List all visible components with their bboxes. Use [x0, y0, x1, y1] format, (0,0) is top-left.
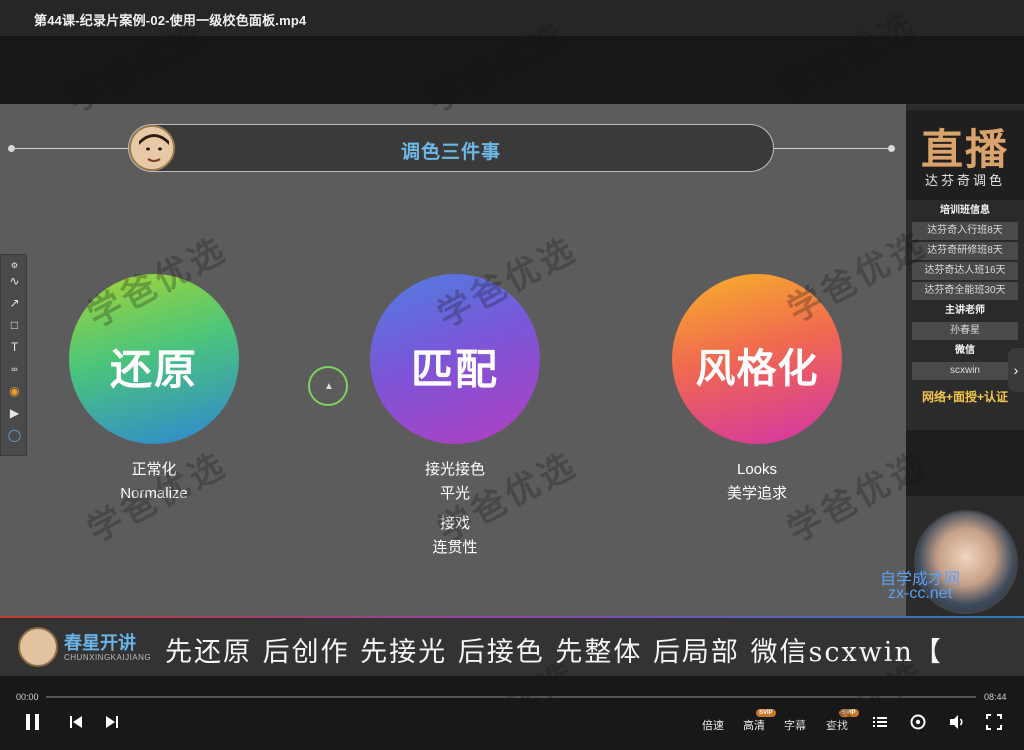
circle-match: 匹配 — [370, 274, 540, 444]
course-item: 达芬奇达人班16天 — [912, 262, 1018, 280]
training-header: 培训班信息 — [912, 202, 1018, 220]
divider-dot-right — [888, 145, 895, 152]
settings-icon[interactable]: ⚙ — [6, 257, 23, 274]
live-banner: 直播 达芬奇调色 — [906, 110, 1024, 200]
circle-stylize-label: 风格化 — [695, 347, 819, 391]
divider-dot-left — [8, 145, 15, 152]
pause-icon — [26, 714, 39, 730]
news-ticker: 春星开讲 CHUNXINGKAIJIANG 先还原 后创作 先接光 后接色 先整… — [0, 618, 1024, 676]
ticker-brand: 春星开讲 — [64, 633, 136, 653]
color-wheel-icon[interactable]: ◉ — [6, 383, 23, 400]
lasso-icon[interactable]: ∿ — [6, 273, 23, 290]
restore-caption: 正常化 Normalize — [69, 458, 239, 506]
ticker-message: 先还原 后创作 先接光 后接色 先整体 后局部 微信scxwin【 — [165, 637, 943, 668]
course-item: 达芬奇入行班8天 — [912, 222, 1018, 240]
list-icon — [873, 717, 887, 727]
divider-left — [10, 148, 130, 149]
course-item: 达芬奇全能班30天 — [912, 282, 1018, 300]
presenter-avatar — [129, 125, 175, 171]
circle-restore-label: 还原 — [109, 346, 198, 393]
title-pill: 调色三件事 — [128, 124, 774, 172]
progress-bar[interactable] — [46, 696, 976, 698]
ticker-brand-en: CHUNXINGKAIJIANG — [64, 653, 152, 662]
stylize-caption-line1: Looks — [736, 461, 778, 478]
match-extra-line2: 连贯性 — [432, 539, 478, 556]
letterbox-band — [0, 36, 1024, 104]
restore-caption-line2: Normalize — [120, 485, 188, 502]
wechat-header: 微信 — [912, 342, 1018, 360]
wechat-id: scxwin — [912, 362, 1018, 380]
skip-back-icon — [70, 716, 82, 728]
divider-right — [774, 148, 894, 149]
course-item: 达芬奇研修班8天 — [912, 242, 1018, 260]
link-icon[interactable]: ∞ — [6, 361, 23, 378]
play-icon[interactable]: ▶ — [6, 405, 23, 422]
match-caption-extra: 接戏 连贯性 — [370, 512, 540, 560]
speed-button[interactable]: 倍速 — [702, 717, 724, 733]
panel-lower-block — [906, 430, 1024, 496]
settings-button[interactable] — [909, 712, 927, 737]
next-button[interactable] — [104, 712, 120, 737]
match-caption-line1: 接光接色 — [424, 461, 485, 478]
skip-forward-icon — [106, 716, 118, 728]
playlist-button[interactable] — [872, 712, 888, 737]
stylize-caption: Looks 美学追求 — [672, 458, 842, 506]
teacher-header: 主讲老师 — [912, 302, 1018, 320]
stylize-caption-line2: 美学追求 — [726, 485, 787, 502]
teacher-name: 孙春星 — [912, 322, 1018, 340]
slide-title: 调色三件事 — [400, 142, 501, 163]
current-time: 00:00 — [16, 692, 39, 702]
circle-restore: 还原 — [69, 274, 239, 444]
title-bar: 第44课-纪录片案例-02-使用一级校色面板.mp4 — [0, 0, 1024, 36]
brand-avatar — [18, 627, 58, 667]
player-controls — [0, 676, 1024, 750]
pause-button[interactable] — [24, 712, 42, 737]
chevron-right-icon[interactable]: › — [1008, 348, 1024, 392]
text-icon[interactable]: T — [6, 339, 23, 356]
svip-badge-quality: SVIP — [756, 709, 776, 717]
match-caption-line2: 平光 — [439, 485, 470, 502]
previous-button[interactable] — [68, 712, 84, 737]
svip-badge-search: SVIP — [839, 709, 859, 717]
match-extra-line1: 接戏 — [439, 515, 470, 532]
fullscreen-button[interactable] — [985, 712, 1003, 737]
annotation-toolbox[interactable]: ⚙ ∿ ↗ □ T ∞ ◉ ▶ ◯ — [0, 254, 27, 456]
live-title: 直播 — [920, 125, 1009, 174]
volume-button[interactable] — [948, 712, 966, 737]
volume-icon — [950, 715, 963, 729]
circle-stylize: 风格化 — [672, 274, 842, 444]
cursor-icon: ▲ — [324, 381, 334, 392]
circle-match-label: 匹配 — [410, 346, 499, 393]
live-subtitle: 达芬奇调色 — [924, 173, 1005, 188]
match-caption: 接光接色 平光 — [370, 458, 540, 506]
subtitle-button[interactable]: 字幕 — [784, 717, 806, 733]
search-button[interactable]: 查找 — [826, 717, 848, 733]
quality-button[interactable]: 高清 — [743, 717, 765, 733]
site-watermark-url: zx-cc.net — [888, 585, 953, 602]
cursor-highlight-ring: ▲ — [308, 366, 348, 406]
course-modes: 网络+面授+认证 — [921, 390, 1009, 404]
rectangle-icon[interactable]: □ — [6, 317, 23, 334]
fullscreen-icon — [986, 714, 1002, 730]
video-title: 第44课-纪录片案例-02-使用一级校色面板.mp4 — [34, 13, 307, 28]
arrow-icon[interactable]: ↗ — [6, 295, 23, 312]
total-time: 08:44 — [984, 692, 1007, 702]
video-slide: 调色三件事 ⚙ ∿ ↗ □ T ∞ ◉ ▶ ◯ 还原 正常化 Normalize… — [0, 104, 906, 616]
restore-caption-line1: 正常化 — [131, 461, 177, 478]
circle-tool-icon[interactable]: ◯ — [6, 427, 23, 444]
gear-icon — [910, 714, 926, 730]
